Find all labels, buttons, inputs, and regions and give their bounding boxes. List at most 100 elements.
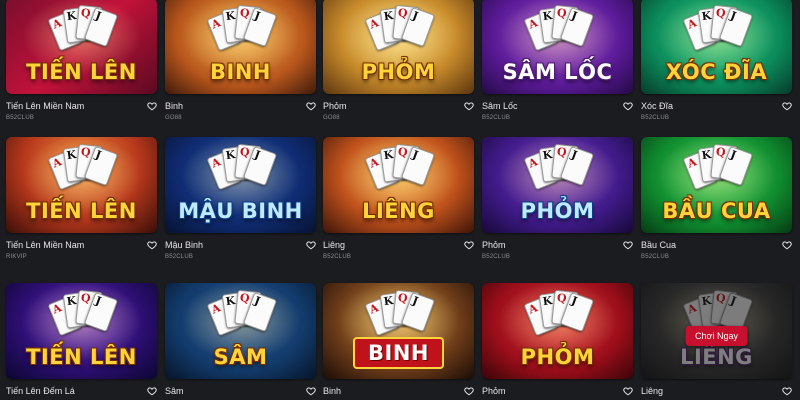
game-card[interactable]: A K Q J BINH Binh GO88 [165, 0, 316, 121]
game-name: Tiến Lên Đếm Lá [6, 386, 75, 396]
caption-row: Sâm [165, 385, 316, 397]
game-name: Liêng [323, 240, 346, 250]
game-card[interactable]: A K Q J PHỎM Phỏm B52CLUB [482, 137, 633, 260]
caption-row: Liêng [323, 239, 474, 251]
game-card[interactable]: A K Q J MẬU BINH Mậu Binh B52CLUB [165, 137, 316, 260]
game-logo-title: PHỎM [520, 199, 595, 223]
game-card[interactable]: A K Q J SÂM LỐC Sâm Lốc B52CLUB [482, 0, 633, 121]
playing-cards-icon: AKQJ [47, 289, 118, 341]
playing-cards-icon: AKQJ [47, 143, 118, 195]
heart-outline-icon[interactable] [306, 101, 316, 111]
game-grid: A K Q J TIẾN LÊN Tiến Lên Miền Nam B52CLUB A K Q J… [0, 0, 800, 400]
caption-row: Tiến Lên Đếm Lá [6, 385, 157, 397]
heart-outline-icon[interactable] [147, 240, 157, 250]
heart-outline-icon[interactable] [147, 101, 157, 111]
caption-row: Binh [165, 100, 316, 112]
game-provider: B52CLUB [323, 254, 352, 260]
heart-outline-icon[interactable] [623, 240, 633, 250]
playing-cards-icon: AKQJ [364, 4, 435, 56]
game-thumbnail[interactable]: A K Q J TIẾN LÊN [6, 283, 157, 379]
game-thumbnail[interactable]: A K Q J PHỎM [482, 283, 633, 379]
game-thumbnail[interactable]: A K Q J TIẾN LÊN [6, 137, 157, 233]
game-name: Tiến Lên Miền Nam [6, 240, 85, 250]
playing-cards-icon: AKQJ [523, 289, 594, 341]
game-logo-title: BẦU CUA [662, 199, 771, 223]
game-card[interactable]: A K Q J BẦU CUA Bầu Cua B52CLUB [641, 137, 792, 260]
thumbnail-glow [656, 283, 777, 362]
heart-outline-icon[interactable] [464, 386, 474, 396]
playing-cards-icon: AKQJ [47, 4, 118, 56]
game-card[interactable]: A K Q J TIẾN LÊN Tiến Lên Miền Nam RIKVIP [6, 137, 157, 260]
caption-row: Liêng [641, 385, 792, 397]
playing-cards-icon: AKQJ [206, 4, 277, 56]
game-name: Bầu Cua [641, 240, 677, 250]
heart-outline-icon[interactable] [782, 240, 792, 250]
playing-cards-icon: AKQJ [364, 289, 435, 341]
playing-cards-icon: AKQJ [206, 289, 277, 341]
playing-cards-icon: AKQJ [682, 4, 753, 56]
game-provider: GO88 [165, 115, 182, 121]
game-card[interactable]: A K Q J PHỎM Phỏm GO88 [323, 0, 474, 121]
heart-outline-icon[interactable] [306, 240, 316, 250]
game-card[interactable]: A K Q J TIẾN LÊN Tiến Lên Đếm Lá [6, 283, 157, 397]
game-thumbnail[interactable]: A K Q J MẬU BINH [165, 137, 316, 233]
playing-cards-icon: AKQJ [682, 143, 753, 195]
playing-cards-icon: AKQJ [523, 4, 594, 56]
game-card[interactable]: A K Q J PHỎM Phỏm [482, 283, 633, 397]
playing-cards-icon: AKQJ [364, 143, 435, 195]
playing-card-icon: Q [709, 289, 738, 327]
heart-outline-icon[interactable] [623, 101, 633, 111]
game-logo-title: TIẾN LÊN [26, 60, 137, 84]
game-thumbnail[interactable]: A K Q J BINH [323, 283, 474, 379]
game-card[interactable]: A K Q J TIẾN LÊN Tiến Lên Miền Nam B52CLUB [6, 0, 157, 121]
heart-outline-icon[interactable] [306, 386, 316, 396]
caption-row: Tiến Lên Miền Nam [6, 100, 157, 112]
game-logo-title: LIÊNG [362, 199, 435, 223]
game-provider: B52CLUB [641, 115, 670, 121]
game-thumbnail[interactable]: A K Q J BINH [165, 0, 316, 94]
game-thumbnail[interactable]: A K Q J PHỎM [482, 137, 633, 233]
game-logo-title: BINH [210, 60, 271, 84]
game-card[interactable]: A K Q J SÂM Sâm [165, 283, 316, 397]
game-card[interactable]: A K Q J XÓC ĐĨA Xóc Đĩa B52CLUB [641, 0, 792, 121]
game-thumbnail[interactable]: A K Q J LIÊNG [323, 137, 474, 233]
caption-row: Phỏm [482, 385, 633, 397]
game-logo-title: PHỎM [520, 345, 595, 369]
game-thumbnail[interactable]: A K Q J PHỎM [323, 0, 474, 94]
play-now-button[interactable]: Chơi Ngay [685, 326, 748, 346]
game-name: Phỏm [482, 386, 506, 396]
game-name: Mậu Binh [165, 240, 204, 250]
game-logo-title: BINH [353, 337, 444, 369]
game-provider: B52CLUB [482, 254, 511, 260]
heart-outline-icon[interactable] [147, 386, 157, 396]
game-provider: B52CLUB [482, 115, 511, 121]
game-logo-title: TIẾN LÊN [26, 345, 137, 369]
game-provider: GO88 [323, 115, 340, 121]
heart-outline-icon[interactable] [782, 101, 792, 111]
game-logo-title: SÂM LỐC [502, 60, 613, 84]
game-card[interactable]: A K Q J LIÊNG Liêng B52CLUB [323, 137, 474, 260]
heart-outline-icon[interactable] [464, 101, 474, 111]
game-thumbnail[interactable]: A K Q J BẦU CUA [641, 137, 792, 233]
game-thumbnail[interactable]: A K Q J TIẾN LÊN [6, 0, 157, 94]
heart-outline-icon[interactable] [782, 386, 792, 396]
heart-outline-icon[interactable] [623, 386, 633, 396]
game-card[interactable]: A K Q J LIÊNG Chơi Ngay Liêng [641, 283, 792, 397]
heart-outline-icon[interactable] [464, 240, 474, 250]
game-thumbnail[interactable]: A K Q J SÂM [165, 283, 316, 379]
game-logo-title: MẬU BINH [178, 199, 303, 223]
game-thumbnail[interactable]: A K Q J SÂM LỐC [482, 0, 633, 94]
game-name: Sâm [165, 386, 184, 396]
caption-row: Tiến Lên Miền Nam [6, 239, 157, 251]
game-name: Sâm Lốc [482, 101, 518, 111]
game-logo-title: SÂM [213, 345, 268, 369]
caption-row: Phỏm [323, 100, 474, 112]
game-provider: B52CLUB [165, 254, 194, 260]
game-thumbnail[interactable]: A K Q J LIÊNG Chơi Ngay [641, 283, 792, 379]
game-card[interactable]: A K Q J BINH Binh [323, 283, 474, 397]
game-thumbnail[interactable]: A K Q J XÓC ĐĨA [641, 0, 792, 94]
game-logo-title: XÓC ĐĨA [665, 60, 768, 84]
playing-cards-icon: AKQJ [523, 143, 594, 195]
game-provider: B52CLUB [641, 254, 670, 260]
caption-row: Sâm Lốc [482, 100, 633, 112]
